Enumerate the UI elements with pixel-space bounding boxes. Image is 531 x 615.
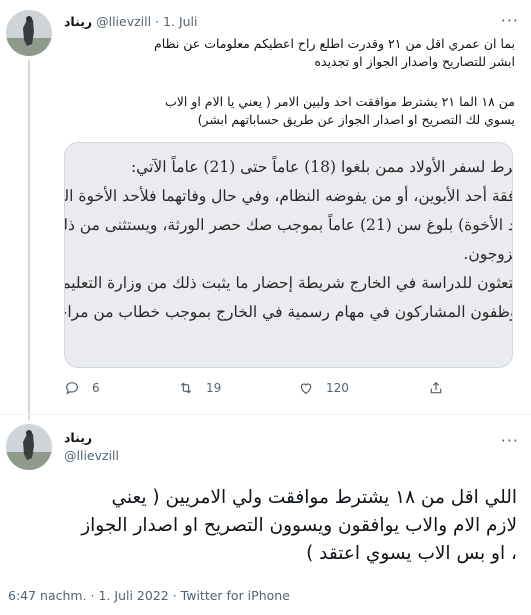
more-horizontal-icon[interactable]: ···: [501, 13, 519, 29]
reply-button[interactable]: 6: [64, 380, 100, 396]
like-button[interactable]: 120: [298, 380, 349, 396]
tweet-text-line: ابشر للتصاريح واصدار الجواز او تجديده: [314, 54, 515, 69]
heart-icon: [300, 383, 312, 395]
tweet-text-line: من ١٨ الما ٢١ يشترط موافقت احد ولبين الا…: [164, 94, 515, 109]
image-text: يشترط لسفر الأولاد ممن بلغوا (18) عاماً …: [64, 153, 513, 327]
separator: ·: [155, 14, 160, 29]
image-text-line: موافقة أحد الأبوين، أو من يفوضه النظام، …: [64, 187, 512, 205]
tweet-text-line: بما ان عمري اقل من ٢١ وقدرت اطلع راح اعط…: [154, 36, 515, 51]
retweet-count: 19: [206, 381, 222, 395]
tweet-text-paragraph-1: بما ان عمري اقل من ٢١ وقدرت اطلع راح اعط…: [60, 35, 515, 71]
image-text-line: المتزوجون.: [463, 245, 513, 263]
tweet-date[interactable]: 1. Juli: [163, 14, 197, 29]
tweet-timestamp[interactable]: 6:47 nachm. · 1. Juli 2022 · Twitter for…: [8, 588, 290, 603]
tweet-text-paragraph-2: من ١٨ الما ٢١ يشترط موافقت احد ولبين الا…: [60, 93, 515, 129]
image-text-line: الموظفون المشاركون في مهام رسمية في الخا…: [65, 303, 512, 321]
image-text-line: المبتعثون للدراسة في الخارج شريطة إحضار …: [64, 274, 513, 292]
image-text-line: يشترط لسفر الأولاد ممن بلغوا (18) عاماً …: [130, 158, 513, 176]
image-text-line: (أحد الأخوة) بلوغ سن (21) عاماً بموجب صك…: [64, 216, 512, 234]
avatar[interactable]: [6, 10, 52, 56]
avatar[interactable]: [6, 424, 52, 470]
display-name[interactable]: ريناد: [64, 430, 92, 445]
retweet-icon: [180, 382, 192, 394]
tweet-text-line: اللي اقل من ١٨ يشترط موافقت ولي الامريين…: [111, 487, 517, 508]
more-horizontal-icon[interactable]: ···: [501, 433, 519, 449]
handle[interactable]: @llievzill: [64, 448, 119, 463]
tweet-text: اللي اقل من ١٨ يشترط موافقت ولي الامريين…: [8, 484, 517, 568]
action-bar: 6 19 120: [64, 380, 464, 400]
retweet-button[interactable]: 19: [178, 380, 221, 396]
tweet-header: ريناد @llievzill · 1. Juli: [64, 14, 198, 29]
reply-count: 6: [92, 381, 100, 395]
share-icon: [430, 381, 442, 394]
share-button[interactable]: [428, 380, 444, 396]
display-name[interactable]: ريناد: [64, 14, 92, 29]
handle[interactable]: @llievzill: [96, 14, 151, 29]
tweet-text-line: لازم الام والاب يوافقون ويسوون التصريح ا…: [81, 515, 517, 536]
like-count: 120: [326, 381, 349, 395]
tweet-text-line: يسوي لك التصريح او اصدار الجواز عن طريق …: [197, 112, 515, 127]
divider: [0, 414, 531, 415]
reply-icon: [66, 382, 78, 395]
tweet-text-line: ، او بس الاب يسوي اعتقد ): [306, 543, 517, 564]
thread-line: [28, 60, 30, 420]
attached-image[interactable]: يشترط لسفر الأولاد ممن بلغوا (18) عاماً …: [64, 142, 513, 368]
